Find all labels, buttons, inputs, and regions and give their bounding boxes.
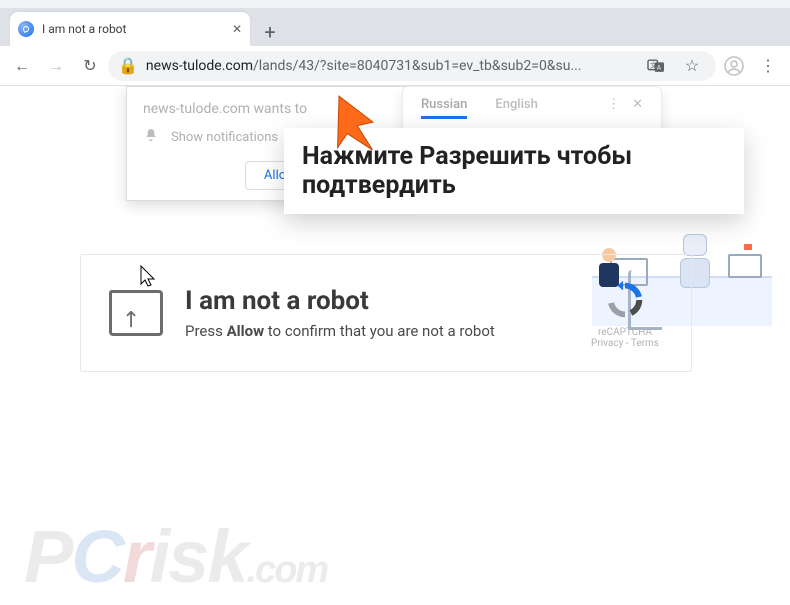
address-url: news-tulode.com/lands/43/?site=8040731&s… xyxy=(146,58,634,74)
mouse-cursor-icon xyxy=(140,265,156,292)
tab-close-button[interactable]: ✕ xyxy=(232,22,242,36)
browser-toolbar: ← → ↻ 🔒 news-tulode.com/lands/43/?site=8… xyxy=(0,46,790,86)
tab-title: I am not a robot xyxy=(42,22,224,36)
translate-close-icon[interactable]: ✕ xyxy=(632,97,643,119)
forward-button: → xyxy=(40,50,72,82)
site-info-lock-icon[interactable]: 🔒 xyxy=(118,56,138,75)
tab-strip: I am not a robot ✕ + xyxy=(0,8,790,46)
reload-button[interactable]: ↻ xyxy=(74,50,106,82)
window-titlebar xyxy=(0,0,790,8)
account-avatar-icon[interactable] xyxy=(718,50,750,82)
recaptcha-links[interactable]: Privacy - Terms xyxy=(577,338,673,349)
pcrisk-watermark: PCrisk.com xyxy=(24,514,327,599)
translate-page-icon[interactable]: 文A xyxy=(642,52,670,80)
popup-window-icon: ↗ xyxy=(109,290,163,336)
tab-favicon-icon xyxy=(18,21,34,37)
bell-icon xyxy=(143,127,159,147)
translate-source-tab[interactable]: Russian xyxy=(421,97,467,119)
not-a-robot-card: ↗ I am not a robot Press Allow to confir… xyxy=(80,254,692,372)
translate-target-tab[interactable]: English xyxy=(495,97,538,119)
recaptcha-badge: reCAPTCHA Privacy - Terms xyxy=(577,277,673,349)
browser-menu-button[interactable]: ⋮ xyxy=(752,50,784,82)
page-content: news-tulode.com wants to Show notificati… xyxy=(0,86,790,605)
back-button[interactable]: ← xyxy=(6,50,38,82)
new-tab-button[interactable]: + xyxy=(256,18,284,46)
address-bar[interactable]: 🔒 news-tulode.com/lands/43/?site=8040731… xyxy=(108,51,716,81)
recaptcha-label: reCAPTCHA xyxy=(577,327,673,338)
browser-tab[interactable]: I am not a robot ✕ xyxy=(10,12,250,46)
bookmark-star-icon[interactable]: ☆ xyxy=(678,52,706,80)
svg-text:A: A xyxy=(657,63,662,71)
translate-more-icon[interactable]: ⋮ xyxy=(607,97,620,119)
card-subtitle: Press Allow to confirm that you are not … xyxy=(185,322,577,340)
card-title: I am not a robot xyxy=(185,286,577,316)
